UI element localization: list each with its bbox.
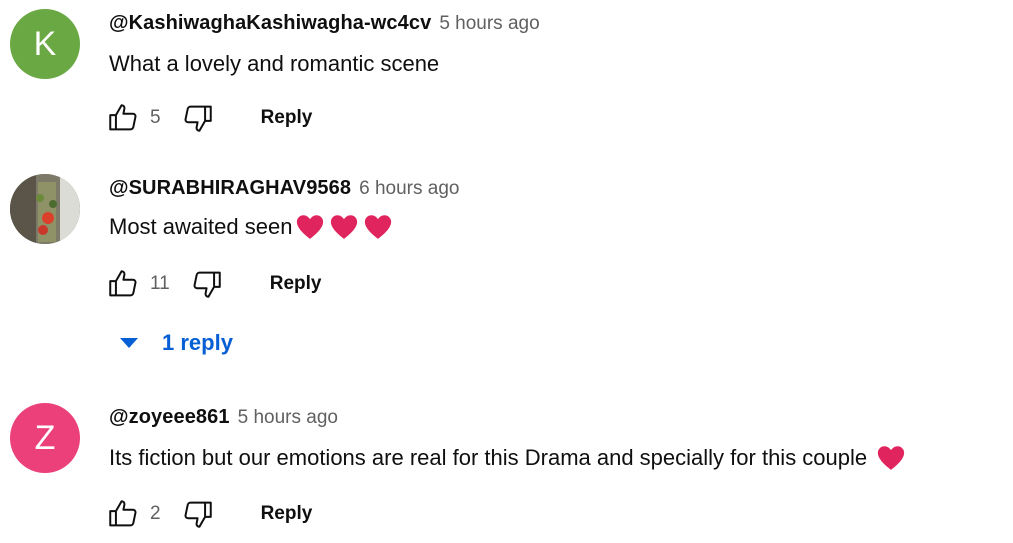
- avatar[interactable]: Z: [10, 403, 80, 473]
- comment-text: Its fiction but our emotions are real fo…: [109, 445, 868, 470]
- comment-text-row: Most awaited seen: [109, 214, 392, 240]
- comment-timestamp[interactable]: 5 hours ago: [238, 407, 338, 429]
- comment-author[interactable]: @zoyeee861: [109, 406, 230, 429]
- thumb-up-icon: [109, 270, 137, 297]
- like-count: 2: [150, 503, 161, 524]
- comment-text: What a lovely and romantic scene: [109, 51, 440, 76]
- comment-header: @KashiwaghaKashiwagha-wc4cv 5 hours ago: [109, 12, 540, 35]
- red-heart-emoji: [331, 215, 358, 239]
- comment-text-row: Its fiction but our emotions are real fo…: [109, 445, 905, 471]
- reply-button[interactable]: Reply: [261, 503, 313, 525]
- red-heart-emoji: [878, 446, 905, 470]
- thumb-down-icon: [193, 271, 221, 298]
- comment-author[interactable]: @KashiwaghaKashiwagha-wc4cv: [109, 12, 431, 35]
- avatar[interactable]: K: [10, 9, 80, 79]
- comment-header: @SURABHIRAGHAV9568 6 hours ago: [109, 177, 459, 200]
- replies-label: 1 reply: [162, 330, 233, 355]
- comment-text-row: What a lovely and romantic scene: [109, 51, 439, 77]
- caret-down-icon: [120, 338, 138, 348]
- comment-actions: 2 Reply: [104, 494, 312, 534]
- like-button[interactable]: [104, 265, 142, 303]
- like-count: 5: [150, 107, 161, 128]
- avatar-letter: Z: [34, 418, 56, 457]
- dislike-button[interactable]: [179, 495, 217, 533]
- comment-author[interactable]: @SURABHIRAGHAV9568: [109, 177, 351, 200]
- avatar-photo: [10, 174, 80, 244]
- reply-button[interactable]: Reply: [270, 273, 322, 295]
- comment-timestamp[interactable]: 6 hours ago: [359, 178, 459, 200]
- red-heart-emoji: [365, 215, 392, 239]
- like-button[interactable]: [104, 495, 142, 533]
- avatar[interactable]: [10, 174, 80, 244]
- thumb-down-icon: [184, 105, 212, 132]
- thumb-up-icon: [109, 500, 137, 527]
- comment-actions: 5 Reply: [104, 98, 312, 138]
- comment-header: @zoyeee861 5 hours ago: [109, 406, 338, 429]
- dislike-button[interactable]: [188, 265, 226, 303]
- avatar-letter: K: [33, 24, 57, 63]
- thumb-down-icon: [184, 501, 212, 528]
- reply-button[interactable]: Reply: [261, 107, 313, 129]
- red-heart-emoji: [297, 215, 324, 239]
- comment-actions: 11 Reply: [104, 264, 321, 304]
- like-button[interactable]: [104, 99, 142, 137]
- comment-timestamp[interactable]: 5 hours ago: [439, 13, 539, 35]
- dislike-button[interactable]: [179, 99, 217, 137]
- view-replies-button[interactable]: 1 reply: [117, 330, 233, 356]
- comment-text: Most awaited seen: [109, 214, 293, 239]
- like-count: 11: [150, 273, 170, 294]
- thumb-up-icon: [109, 104, 137, 131]
